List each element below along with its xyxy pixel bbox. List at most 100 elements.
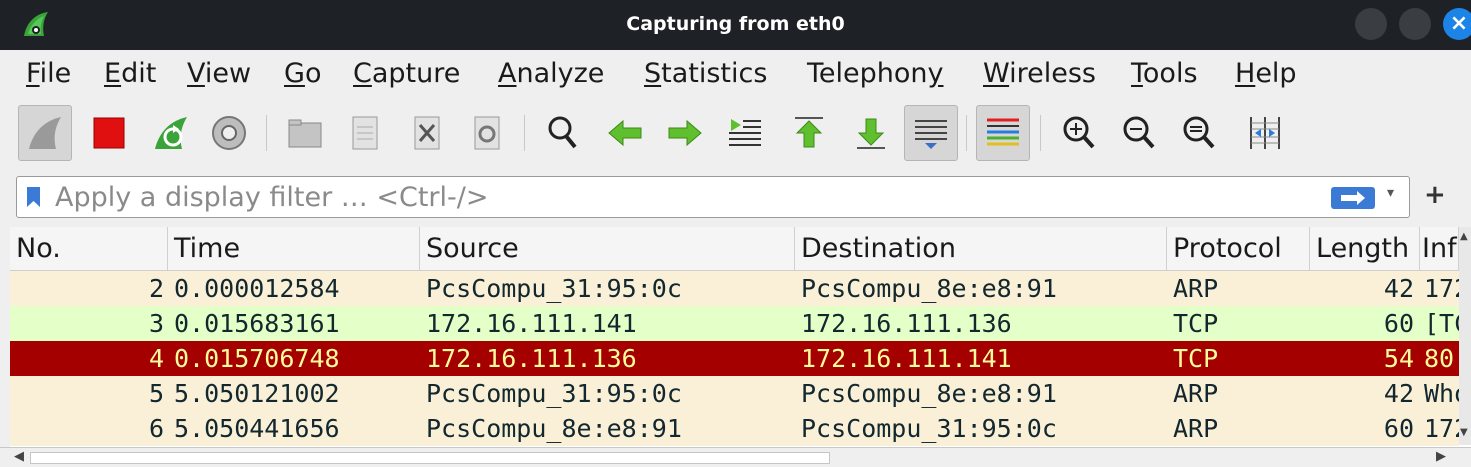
reload-file-button[interactable]: [460, 105, 514, 161]
cell-protocol: ARP: [1173, 414, 1219, 443]
cell-protocol: TCP: [1173, 309, 1219, 338]
start-capture-button[interactable]: [18, 105, 72, 161]
cell-info: Who has 172.16.111.136?: [1424, 379, 1459, 408]
colorize-toggle[interactable]: [976, 105, 1030, 161]
scroll-right-icon[interactable]: ▶: [1436, 449, 1446, 464]
capture-options-icon: [212, 116, 246, 150]
horizontal-scrollbar[interactable]: ◀ ▶: [0, 447, 1471, 467]
column-header-info[interactable]: Info: [1420, 227, 1459, 270]
save-file-button[interactable]: [338, 105, 392, 161]
minimize-button[interactable]: [1355, 8, 1387, 40]
cell-length: 54: [1383, 344, 1414, 373]
close-file-icon: [414, 116, 440, 150]
close-window-button[interactable]: ×: [1443, 8, 1471, 40]
maximize-button[interactable]: [1399, 8, 1431, 40]
go-to-packet-button[interactable]: [718, 105, 772, 161]
go-last-button[interactable]: [844, 105, 898, 161]
cell-length: 42: [1383, 379, 1414, 408]
display-filter-field[interactable]: ▾: [16, 176, 1410, 218]
go-first-button[interactable]: [782, 105, 836, 161]
menu-analyze[interactable]: Analyze: [498, 58, 604, 89]
cell-protocol: ARP: [1173, 274, 1219, 303]
cell-source: 172.16.111.136: [426, 344, 637, 373]
cell-length: 42: [1383, 274, 1414, 303]
column-header-source[interactable]: Source: [420, 227, 795, 270]
column-header-destination[interactable]: Destination: [795, 227, 1167, 270]
menu-view[interactable]: View: [187, 58, 251, 89]
menu-help[interactable]: Help: [1235, 58, 1297, 89]
open-file-button[interactable]: [278, 105, 332, 161]
cell-source: PcsCompu_8e:e8:91: [426, 414, 682, 443]
menu-go[interactable]: Go: [284, 58, 321, 89]
add-filter-button[interactable]: +: [1424, 180, 1446, 210]
packet-row[interactable]: 3 0.015683161 172.16.111.141 172.16.111.…: [10, 306, 1459, 341]
menu-file[interactable]: File: [26, 58, 71, 89]
display-filter-bar: ▾ +: [0, 171, 1471, 225]
scroll-down-icon[interactable]: ▼: [1460, 427, 1468, 438]
display-filter-input[interactable]: [55, 181, 1295, 213]
reload-file-icon: [474, 116, 500, 150]
menu-wireless[interactable]: Wireless: [983, 58, 1096, 89]
packet-row[interactable]: 4 0.015706748 172.16.111.136 172.16.111.…: [10, 341, 1459, 376]
capture-options-button[interactable]: [202, 105, 256, 161]
stop-capture-icon: [93, 117, 125, 149]
normal-size-button[interactable]: [1172, 105, 1226, 161]
packet-row[interactable]: 2 0.000012584 PcsCompu_31:95:0c PcsCompu…: [10, 271, 1459, 306]
zoom-out-button[interactable]: [1112, 105, 1166, 161]
bookmark-icon[interactable]: [27, 187, 40, 207]
wireshark-window: Capturing from eth0 × File Edit View Go …: [0, 0, 1471, 467]
packet-row[interactable]: 5 5.050121002 PcsCompu_31:95:0c PcsCompu…: [10, 376, 1459, 411]
cell-info: 172.16.111.136 is at 08:00:27:8e:e8:91: [1424, 414, 1459, 443]
main-toolbar: [0, 97, 1471, 171]
go-last-icon: [857, 118, 885, 149]
start-capture-icon: [29, 117, 61, 149]
stop-capture-button[interactable]: [82, 105, 136, 161]
toolbar-separator: [1040, 115, 1041, 151]
cell-no: 6: [148, 414, 164, 443]
apply-filter-button[interactable]: [1331, 187, 1375, 209]
menu-tools[interactable]: Tools: [1131, 58, 1198, 89]
chevron-down-icon[interactable]: ▾: [1387, 185, 1394, 201]
menu-telephony[interactable]: Telephony: [807, 58, 944, 89]
restart-capture-icon: [155, 117, 187, 149]
column-header-no[interactable]: No.: [10, 227, 168, 270]
go-forward-button[interactable]: [658, 105, 712, 161]
column-header-length[interactable]: Length: [1310, 227, 1420, 270]
resize-columns-button[interactable]: [1238, 105, 1292, 161]
menu-edit[interactable]: Edit: [104, 58, 156, 89]
packet-row[interactable]: 6 5.050441656 PcsCompu_8e:e8:91 PcsCompu…: [10, 411, 1459, 446]
go-to-packet-icon: [729, 119, 761, 146]
autoscroll-toggle[interactable]: [904, 105, 958, 161]
horizontal-scroll-thumb[interactable]: [30, 452, 830, 464]
toolbar-separator: [524, 115, 525, 151]
cell-time: 5.050121002: [174, 379, 340, 408]
cell-info: 172.16.111.141 is at 08:00:27:31:95:0c: [1424, 274, 1459, 303]
find-packet-button[interactable]: [536, 105, 590, 161]
go-forward-icon: [668, 119, 702, 147]
vertical-scrollbar[interactable]: ▲ ▼: [1459, 227, 1471, 445]
cell-length: 60: [1383, 309, 1414, 338]
menu-statistics[interactable]: Statistics: [644, 58, 767, 89]
cell-info: 80 → 443 [RST] Seq=1 Win=0 Len=0: [1424, 344, 1459, 373]
cell-destination: PcsCompu_8e:e8:91: [801, 274, 1057, 303]
restart-capture-button[interactable]: [144, 105, 198, 161]
open-file-icon: [288, 119, 322, 148]
save-file-icon: [352, 116, 378, 150]
cell-no: 5: [148, 379, 164, 408]
cell-time: 0.015706748: [174, 344, 340, 373]
go-back-button[interactable]: [598, 105, 652, 161]
scroll-up-icon[interactable]: ▲: [1460, 231, 1468, 242]
autoscroll-icon: [915, 120, 947, 149]
column-header-time[interactable]: Time: [168, 227, 420, 270]
cell-time: 5.050441656: [174, 414, 340, 443]
cell-time: 0.015683161: [174, 309, 340, 338]
menu-capture[interactable]: Capture: [353, 58, 460, 89]
cell-no: 3: [148, 309, 164, 338]
close-file-button[interactable]: [400, 105, 454, 161]
cell-info: [TCP Keep-Alive]: [1424, 309, 1459, 338]
resize-columns-icon: [1250, 117, 1280, 149]
scroll-left-icon[interactable]: ◀: [14, 449, 24, 464]
cell-protocol: ARP: [1173, 379, 1219, 408]
column-header-protocol[interactable]: Protocol: [1167, 227, 1310, 270]
zoom-in-button[interactable]: [1052, 105, 1106, 161]
